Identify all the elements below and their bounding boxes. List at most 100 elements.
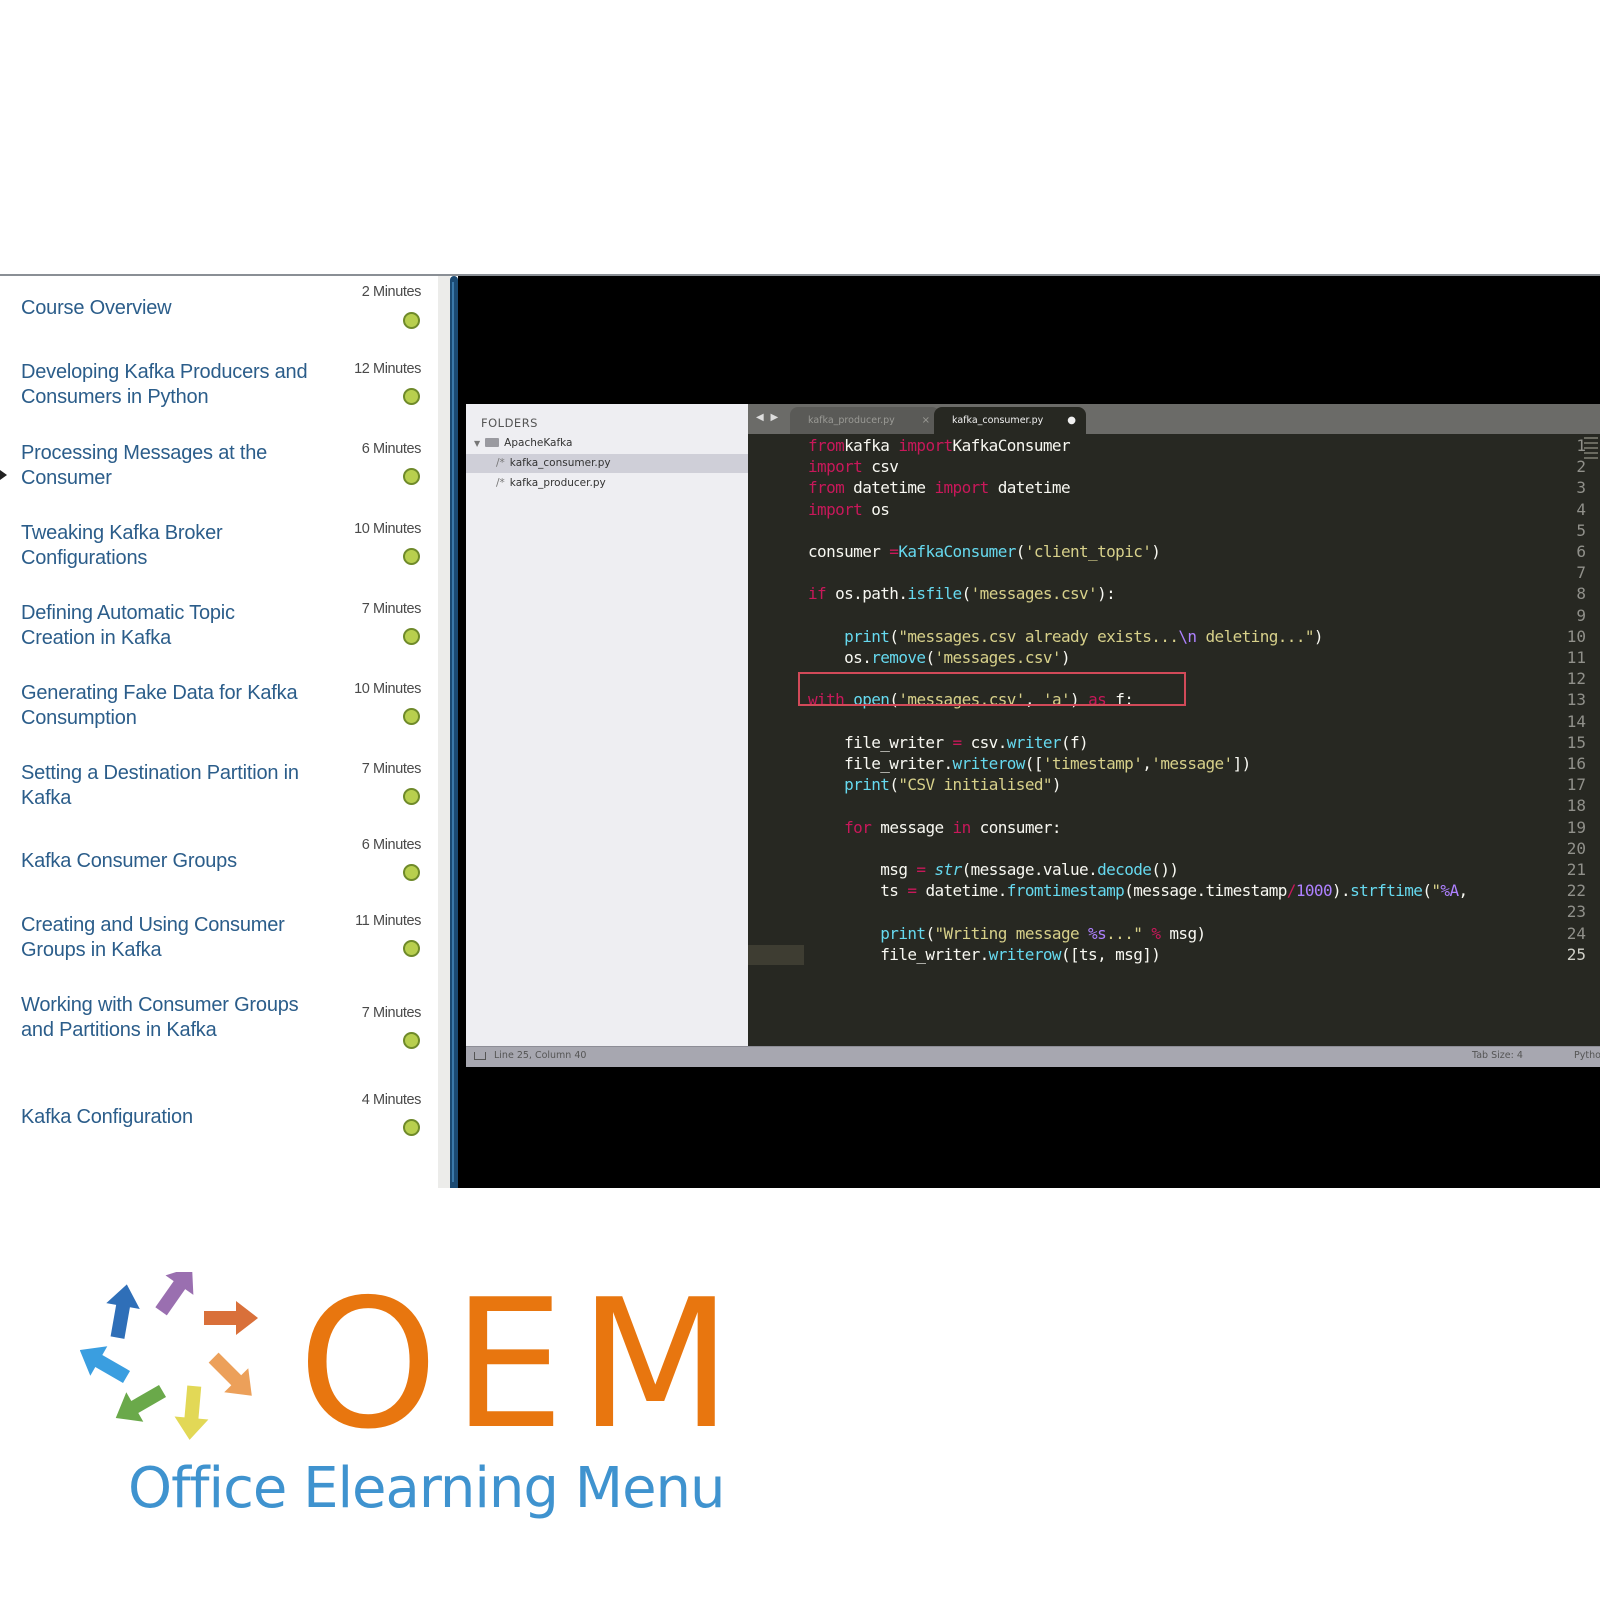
completion-status-icon bbox=[403, 1032, 420, 1049]
tab-label: kafka_producer.py bbox=[808, 415, 895, 426]
logo-tagline: Office Elearning Menu bbox=[128, 1456, 726, 1521]
lesson-duration: 11 Minutes bbox=[355, 913, 421, 929]
logo-arrow bbox=[106, 1284, 140, 1339]
file-row-consumer[interactable]: /* kafka_consumer.py bbox=[466, 454, 748, 473]
line-number: 21 bbox=[1566, 860, 1586, 879]
lesson-duration: 6 Minutes bbox=[361, 837, 422, 853]
line-number: 7 bbox=[1576, 563, 1586, 583]
code-line: print("CSV initialised") bbox=[844, 775, 1061, 795]
lesson-title[interactable]: Course Overview bbox=[21, 296, 311, 321]
syntax-mode[interactable]: Python bbox=[1574, 1050, 1600, 1061]
code-line: file_writer.writerow(['timestamp','messa… bbox=[808, 754, 1251, 773]
logo-arrow bbox=[204, 1301, 258, 1335]
code-line: if os.path.isfile('messages.csv'): bbox=[808, 584, 1116, 604]
code-line: msg = str(message.value.decode()) bbox=[808, 860, 1179, 879]
lesson-duration: 2 Minutes bbox=[361, 284, 422, 300]
line-number: 23 bbox=[1566, 902, 1586, 922]
tab-size[interactable]: Tab Size: 4 bbox=[1472, 1050, 1523, 1061]
highlight-box-line-13 bbox=[798, 672, 1186, 706]
code-line: from datetime import datetime bbox=[808, 478, 1071, 498]
line-number: 17 bbox=[1566, 775, 1586, 795]
completion-status-icon bbox=[403, 312, 420, 329]
completion-status-icon bbox=[403, 388, 420, 405]
logo-arrow bbox=[80, 1346, 131, 1384]
line-number: 14 bbox=[1566, 711, 1586, 731]
line-number: 2 bbox=[1576, 457, 1586, 477]
lesson-list: Course Overview 2 Minutes Developing Kafka… bbox=[0, 276, 438, 1188]
lesson-duration: 10 Minutes bbox=[354, 521, 421, 537]
logo-arrow bbox=[155, 1272, 194, 1316]
editor-folder-sidebar: FOLDERS ▼ ApacheKafka /* kafka_consumer.py… bbox=[466, 404, 748, 1046]
line-number: 24 bbox=[1566, 923, 1586, 943]
lesson-title[interactable]: Setting a Destination Partition in Kafka bbox=[21, 761, 311, 810]
file-row-producer[interactable]: /* kafka_producer.py bbox=[466, 474, 748, 493]
lesson-title[interactable]: Developing Kafka Producers and Consumers… bbox=[21, 360, 311, 409]
lesson-title[interactable]: Tweaking Kafka Broker Configurations bbox=[21, 521, 311, 570]
line-number: 8 bbox=[1576, 584, 1586, 604]
tab-nav-arrows-icon[interactable]: ◀ ▶ bbox=[756, 412, 780, 423]
code-line: file_writer = csv.writer(f) bbox=[808, 732, 1089, 752]
folder-row[interactable]: ▼ ApacheKafka bbox=[466, 434, 748, 453]
lesson-title[interactable]: Processing Messages at the Consumer bbox=[21, 441, 311, 490]
folder-icon bbox=[485, 438, 500, 447]
code-line: import csv bbox=[808, 457, 899, 477]
line-number: 5 bbox=[1576, 520, 1586, 540]
line-number: 12 bbox=[1566, 669, 1586, 689]
video-frame-code-editor: FOLDERS ▼ ApacheKafka /* kafka_consumer.py… bbox=[466, 404, 1600, 1068]
folders-heading: FOLDERS bbox=[481, 416, 538, 430]
lesson-duration: 12 Minutes bbox=[354, 361, 421, 377]
tab-label: kafka_consumer.py bbox=[952, 415, 1044, 426]
lesson-title[interactable]: Working with Consumer Groups and Partiti… bbox=[21, 993, 311, 1042]
arrows-circle-icon bbox=[80, 1272, 258, 1440]
completion-status-icon bbox=[403, 1119, 420, 1136]
completion-status-icon bbox=[403, 628, 420, 645]
line-number: 19 bbox=[1566, 817, 1586, 837]
lesson-title[interactable]: Defining Automatic Topic Creation in Kaf… bbox=[21, 601, 311, 650]
code-line: for message in consumer: bbox=[844, 817, 1061, 837]
editor-tab-bar: ◀ ▶ kafka_producer.py × kafka_consumer.p… bbox=[748, 404, 1600, 434]
lesson-title[interactable]: Generating Fake Data for Kafka Consumpti… bbox=[21, 681, 311, 730]
line-number: 13 bbox=[1566, 690, 1586, 710]
code-line: print("Writing message %s..." % msg) bbox=[880, 923, 1206, 943]
code-line: os.remove('messages.csv') bbox=[808, 648, 1070, 667]
active-line-highlight bbox=[748, 944, 804, 965]
code-line: file_writer.writerow([ts, msg]) bbox=[808, 944, 1161, 964]
completion-status-icon bbox=[403, 940, 420, 957]
line-number: 9 bbox=[1576, 605, 1586, 625]
line-number: 15 bbox=[1566, 732, 1586, 752]
line-number: 10 bbox=[1566, 626, 1586, 646]
line-number: 1 bbox=[1576, 436, 1586, 455]
lesson-title[interactable]: Kafka Configuration bbox=[21, 1105, 311, 1130]
completion-status-icon bbox=[403, 468, 420, 485]
logo-arrow bbox=[174, 1385, 209, 1440]
lesson-title[interactable]: Kafka Consumer Groups bbox=[21, 849, 311, 874]
tab-kafka-producer[interactable]: kafka_producer.py × bbox=[790, 407, 940, 434]
close-icon[interactable]: × bbox=[922, 407, 930, 434]
line-number: 4 bbox=[1576, 499, 1586, 519]
lesson-title[interactable]: Creating and Using Consumer Groups in Ka… bbox=[21, 913, 311, 962]
tab-kafka-consumer[interactable]: kafka_consumer.py ● bbox=[934, 407, 1086, 434]
line-number: 11 bbox=[1566, 648, 1586, 667]
lesson-duration: 7 Minutes bbox=[361, 1005, 422, 1021]
lesson-duration: 7 Minutes bbox=[361, 761, 422, 777]
logo-arrow bbox=[115, 1384, 167, 1422]
file-name: kafka_producer.py bbox=[509, 477, 606, 489]
completion-status-icon bbox=[403, 864, 420, 881]
editor-status-bar: Line 25, Column 40 Tab Size: 4 Python bbox=[466, 1046, 1600, 1067]
lesson-duration: 10 Minutes bbox=[354, 681, 421, 697]
file-name: kafka_consumer.py bbox=[509, 457, 611, 469]
line-number: 16 bbox=[1566, 754, 1586, 773]
unsaved-dot-icon[interactable]: ● bbox=[1067, 407, 1076, 434]
file-icon: /* bbox=[496, 477, 505, 489]
lesson-list-gutter bbox=[438, 276, 450, 1188]
panel-toggle-icon[interactable] bbox=[474, 1052, 486, 1060]
code-line: print("messages.csv already exists...\n … bbox=[844, 626, 1323, 646]
code-editor[interactable]: ◀ ▶ kafka_producer.py × kafka_consumer.p… bbox=[748, 404, 1600, 1046]
code-line: import os bbox=[808, 499, 890, 519]
oem-logo: OEM Office Elearning Menu bbox=[80, 1272, 732, 1542]
line-number: 25 bbox=[1566, 944, 1586, 964]
code-line: fromkafka importKafkaConsumer bbox=[808, 436, 1071, 455]
line-number: 20 bbox=[1566, 838, 1586, 858]
line-number: 18 bbox=[1566, 796, 1586, 816]
lesson-list-scrollbar[interactable] bbox=[450, 276, 458, 1188]
